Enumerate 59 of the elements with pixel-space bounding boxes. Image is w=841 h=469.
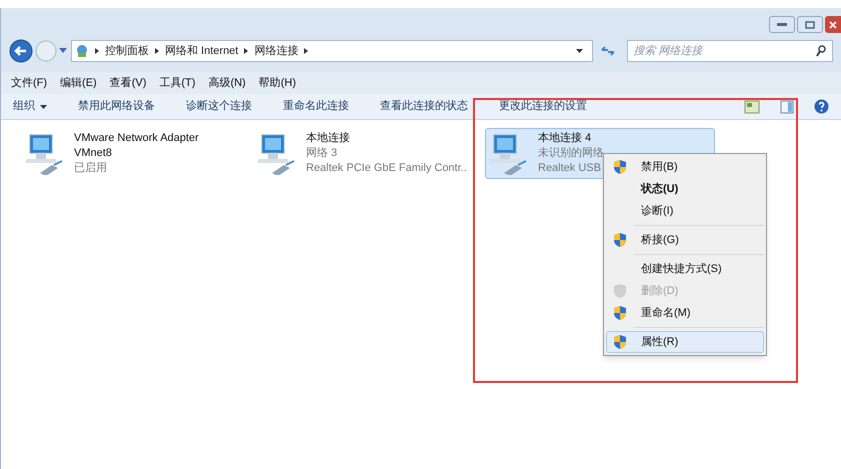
menu-item[interactable]: 创建快捷方式(S) <box>606 258 764 280</box>
menu-item[interactable]: 高级(N) <box>208 74 246 92</box>
close-button[interactable] <box>825 16 841 33</box>
address-field[interactable]: 控制面板 网络和 Internet 网络连接 <box>71 40 593 62</box>
connection-status: 未识别的网络 <box>538 146 605 161</box>
device-name: Realtek PCIe GbE Family Contr.. <box>306 161 467 176</box>
search-placeholder: 搜索 网络连接 <box>634 44 703 59</box>
maximize-button[interactable] <box>797 16 823 33</box>
shield-icon <box>613 232 627 248</box>
connection-status: 已启用 <box>74 161 108 176</box>
toolbar-button[interactable]: 组织 <box>13 98 47 115</box>
shield-icon <box>613 159 627 175</box>
minimize-button[interactable] <box>769 16 795 33</box>
network-computer-icon <box>490 133 528 175</box>
minimize-icon <box>777 22 787 26</box>
menu-item[interactable]: 帮助(H) <box>258 74 296 92</box>
breadcrumb-item[interactable]: 网络连接 <box>254 42 298 60</box>
connection-item[interactable]: VMware Network Adapter VMnet8 已启用 <box>21 128 253 179</box>
toolbar-button[interactable]: 重命名此连接 <box>283 98 349 115</box>
network-folder-icon <box>75 44 89 58</box>
search-icon[interactable] <box>816 45 826 57</box>
device-name: Realtek USB <box>538 161 601 176</box>
preview-pane-icon[interactable] <box>780 100 794 114</box>
toolbar-button[interactable]: 诊断这个连接 <box>186 98 252 115</box>
back-icon[interactable] <box>9 39 33 63</box>
breadcrumb-item[interactable]: 网络和 Internet <box>165 42 238 60</box>
menu-item[interactable]: 桥接(G) <box>606 229 764 251</box>
toolbar-button[interactable]: 查看此连接的状态 <box>380 98 468 115</box>
menu-item[interactable]: 工具(T) <box>159 74 196 92</box>
network-computer-icon <box>258 133 296 175</box>
caret-icon <box>40 104 47 108</box>
help-icon[interactable] <box>814 99 829 114</box>
shield-icon <box>613 283 627 299</box>
menu-item[interactable]: 编辑(E) <box>60 74 97 92</box>
menu-item[interactable]: 重命名(M) <box>606 302 764 324</box>
chevron-icon[interactable] <box>304 48 308 54</box>
menu-item[interactable]: 状态(U) <box>606 178 764 200</box>
menu-item[interactable]: 文件(F) <box>11 74 48 92</box>
shield-icon <box>613 305 627 321</box>
view-options-icon[interactable] <box>744 100 760 114</box>
network-computer-icon <box>26 133 64 175</box>
connection-name: 本地连接 4 <box>538 131 592 146</box>
connection-status: 网络 3 <box>306 146 338 161</box>
maximize-icon <box>805 20 815 28</box>
dropdown-arrow-icon[interactable] <box>576 49 583 53</box>
shield-icon <box>613 334 627 350</box>
connection-item[interactable]: 本地连接 网络 3 Realtek PCIe GbE Family Contr.. <box>253 128 485 179</box>
connection-name: VMware Network Adapter VMnet8 <box>74 131 200 161</box>
chevron-icon[interactable] <box>244 48 248 54</box>
toolbar-button[interactable]: 禁用此网络设备 <box>78 98 155 115</box>
connection-name: 本地连接 <box>306 131 351 146</box>
breadcrumb-item[interactable]: 控制面板 <box>105 42 149 60</box>
toolbar-button[interactable]: 更改此连接的设置 <box>499 98 587 115</box>
chevron-icon[interactable] <box>95 48 99 54</box>
menu-item[interactable]: 属性(R) <box>606 331 764 353</box>
close-icon <box>829 20 837 28</box>
menu-item[interactable]: 查看(V) <box>110 74 146 92</box>
chevron-icon[interactable] <box>155 48 159 54</box>
menu-item[interactable]: 诊断(I) <box>606 200 764 222</box>
